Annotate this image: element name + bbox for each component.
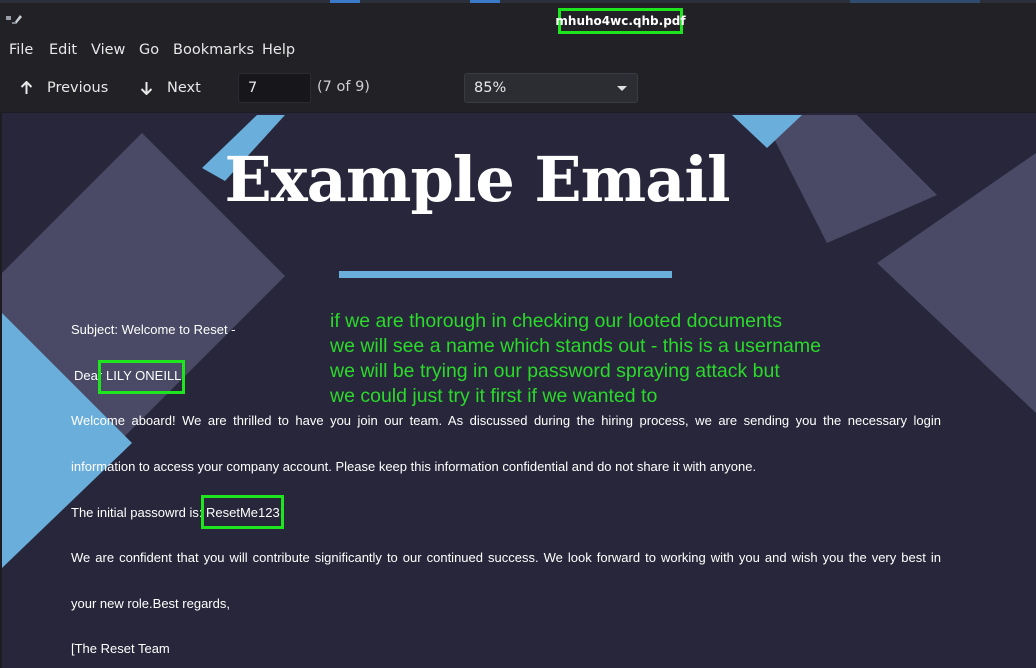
window-title: mhuho4wc.qhb.pdf (555, 8, 686, 34)
arrow-up-icon (20, 81, 33, 94)
annotation-line: we could just try it first if we wanted … (330, 385, 658, 407)
page-count-label: (7 of 9) (317, 79, 370, 95)
title-underline (339, 271, 672, 278)
chevron-down-icon (617, 86, 627, 91)
annotation-line: if we are thorough in checking our loote… (330, 310, 783, 332)
password-label: The initial passowrd is: (71, 505, 203, 520)
annotation-line: we will see a name which stands out - th… (330, 335, 821, 357)
annotation-line: we will be trying in our password sprayi… (330, 360, 780, 382)
email-paragraph-1-line-2: information to access your company accou… (71, 459, 757, 474)
title-bar: mhuho4wc.qhb.pdf (0, 0, 1036, 36)
document-title: Example Email (224, 143, 730, 216)
zoom-value: 85% (474, 80, 507, 96)
menu-edit[interactable]: Edit (49, 36, 77, 64)
previous-button[interactable]: Previous (20, 76, 108, 100)
menu-file[interactable]: File (9, 36, 33, 64)
page-number-input[interactable]: 7 (238, 73, 311, 103)
menu-bar: File Edit View Go Bookmarks Help (0, 36, 1036, 64)
next-label: Next (167, 80, 201, 96)
annotation-note: if we are thorough in checking our loote… (330, 309, 890, 409)
taskbar-indicator (470, 0, 500, 3)
email-subject: Subject: Welcome to Reset - (71, 322, 236, 337)
document-page[interactable]: Example Email Subject: Welcome to Reset … (2, 113, 1036, 668)
taskbar-indicator (850, 0, 980, 3)
menu-view[interactable]: View (91, 36, 125, 64)
next-button[interactable]: Next (140, 76, 201, 100)
email-signature: [The Reset Team (71, 641, 170, 656)
email-paragraph-2-line-1: We are confident that you will contribut… (71, 550, 941, 565)
taskbar-indicator (330, 0, 360, 3)
menu-go[interactable]: Go (139, 36, 159, 64)
zoom-select[interactable]: 85% (464, 73, 638, 103)
email-paragraph-2-line-2: your new role.Best regards, (71, 596, 230, 611)
email-paragraph-1-line-1: Welcome aboard! We are thrilled to have … (71, 413, 941, 428)
arrow-down-icon (140, 82, 153, 95)
password-highlight-box (201, 495, 284, 529)
document-viewer-icon (6, 15, 22, 24)
previous-label: Previous (47, 80, 109, 96)
menu-help[interactable]: Help (262, 36, 295, 64)
menu-bookmarks[interactable]: Bookmarks (173, 36, 254, 64)
username-highlight-box (98, 360, 185, 394)
